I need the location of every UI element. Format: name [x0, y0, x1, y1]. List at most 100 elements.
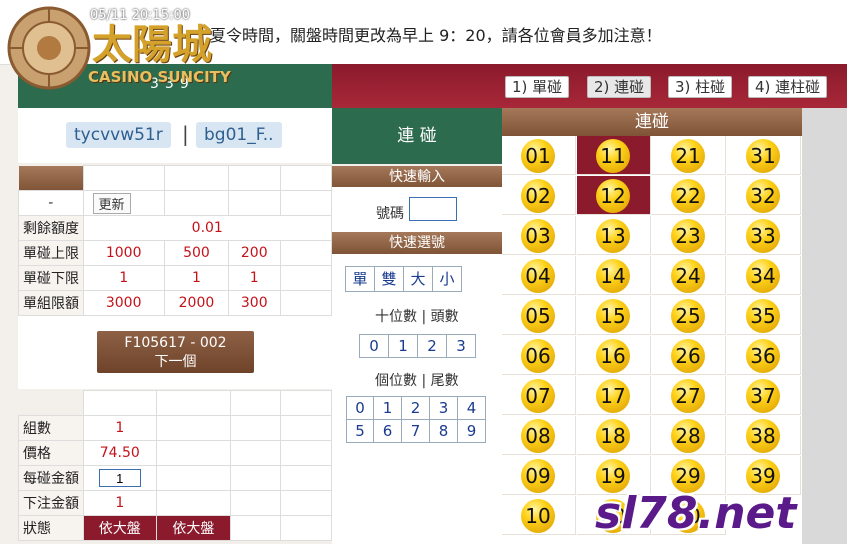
small-button[interactable]: 小 [433, 266, 462, 292]
ball-cell[interactable]: 15 [577, 296, 651, 335]
ball-cell[interactable]: 16 [577, 336, 651, 375]
bet-amount-2star: 1 [82, 490, 158, 516]
price-label: 價格 [18, 440, 84, 466]
units-digit-0[interactable]: 0 [346, 396, 374, 420]
ball-cell[interactable]: 22 [652, 176, 726, 215]
group-limit-5star [279, 290, 332, 316]
next-ticket-button[interactable]: F105617 - 002 下一個 [97, 331, 254, 373]
tens-digit-2[interactable]: 2 [418, 334, 447, 358]
number-label: 號碼 [376, 206, 404, 222]
table-row: 狀態 依大盤 依大盤 [18, 515, 332, 541]
refresh-button[interactable]: 更新 [92, 192, 131, 214]
limits-header-row: 二星 三星 四星 五星 [18, 165, 332, 191]
ball-cell[interactable]: 14 [577, 256, 651, 295]
ball-cell[interactable]: 17 [577, 376, 651, 415]
ball-cell[interactable]: 23 [652, 216, 726, 255]
units-digit-2[interactable]: 2 [402, 396, 430, 420]
bet-table: 二星 三星 四星 五星 組數 1 價格 74.50 每碰金額 下注金額 1 狀態… [18, 390, 332, 541]
ball-cell[interactable]: 33 [727, 216, 801, 255]
units-digit-8[interactable]: 8 [430, 420, 458, 443]
tens-digit-1[interactable]: 1 [389, 334, 418, 358]
ball-cell[interactable]: 18 [577, 416, 651, 455]
ball-cell[interactable]: 05 [502, 296, 576, 335]
table-row: - 更新 [18, 190, 332, 216]
group-name: bg01_F.. [196, 122, 282, 148]
tens-digit-3[interactable]: 3 [447, 334, 476, 358]
ball-cell[interactable]: 03 [502, 216, 576, 255]
account-name: tycvvw51r [66, 122, 171, 148]
ball-cell[interactable]: 11 [577, 136, 651, 175]
odd-button[interactable]: 單 [345, 266, 375, 292]
remaining-quota-label: 剩餘額度 [18, 215, 84, 241]
table-row: 單碰下限 1 1 1 [18, 265, 332, 291]
ball-cell[interactable]: 21 [652, 136, 726, 175]
header-5star: 五星 [279, 165, 332, 191]
single-min-2star: 1 [82, 265, 165, 291]
ball-number: 34 [746, 259, 780, 293]
ball-grid: 01 02 03 04 05 06 07 08 09 10 11 12 13 14 15 16 17 18 19 20… [502, 136, 802, 544]
ball-cell[interactable]: 35 [727, 296, 801, 335]
units-digit-1[interactable]: 1 [374, 396, 402, 420]
tab-column[interactable]: 3) 柱碰 [668, 76, 733, 98]
number-input[interactable] [409, 197, 457, 221]
ball-number: 14 [596, 259, 630, 293]
tab-combo[interactable]: 2) 連碰 [587, 76, 652, 98]
bet-header-3star: 三星 [156, 390, 231, 416]
single-max-2star: 1000 [82, 240, 165, 266]
ball-cell[interactable]: 27 [652, 376, 726, 415]
ball-cell[interactable]: 04 [502, 256, 576, 295]
table-row: 單碰上限 1000 500 200 [18, 240, 332, 266]
ball-cell[interactable]: 01 [502, 136, 576, 175]
bet-header-5star: 五星 [280, 390, 332, 416]
ball-cell[interactable]: 28 [652, 416, 726, 455]
ball-cell[interactable]: 32 [727, 176, 801, 215]
units-digit-buttons: 0 1 2 3 4 5 6 7 8 9 [346, 396, 490, 443]
table-row: 單組限額 3000 2000 300 [18, 290, 332, 316]
ball-number: 24 [671, 259, 705, 293]
units-digit-6[interactable]: 6 [374, 420, 402, 443]
ball-cell[interactable]: 25 [652, 296, 726, 335]
ball-cell[interactable]: 13 [577, 216, 651, 255]
ball-number: 11 [596, 139, 630, 173]
ball-cell[interactable]: 38 [727, 416, 801, 455]
big-button[interactable]: 大 [404, 266, 433, 292]
ball-cell[interactable]: 31 [727, 136, 801, 175]
tab-single[interactable]: 1) 單碰 [505, 76, 570, 98]
ball-cell[interactable]: 26 [652, 336, 726, 375]
ball-cell[interactable]: 02 [502, 176, 576, 215]
site-watermark: sl78.net [595, 488, 797, 539]
single-min-4star: 1 [228, 265, 281, 291]
tens-label: 十位數 | 頭數 [375, 309, 459, 325]
units-digit-3[interactable]: 3 [430, 396, 458, 420]
ball-cell[interactable]: 12 [577, 176, 651, 215]
single-max-4star: 200 [228, 240, 281, 266]
units-digit-4[interactable]: 4 [458, 396, 486, 420]
ball-number: 07 [521, 379, 555, 413]
ball-cell[interactable]: 09 [502, 456, 576, 495]
ball-cell[interactable]: 37 [727, 376, 801, 415]
bet-amount-label: 下注金額 [18, 490, 84, 516]
ball-cell[interactable]: 06 [502, 336, 576, 375]
ball-cell[interactable]: 24 [652, 256, 726, 295]
ball-cell[interactable]: 08 [502, 416, 576, 455]
even-button[interactable]: 雙 [375, 266, 404, 292]
announcement-marquee: 夏令時間，關盤時間更改為早上 9：20，請各位會員多加注意！ [210, 26, 662, 45]
units-digit-9[interactable]: 9 [458, 420, 486, 443]
ball-number: 15 [596, 299, 630, 333]
units-digit-7[interactable]: 7 [402, 420, 430, 443]
units-digit-5[interactable]: 5 [346, 420, 374, 443]
table-row: 下注金額 1 [18, 490, 332, 516]
ball-cell[interactable]: 07 [502, 376, 576, 415]
tens-digit-0[interactable]: 0 [359, 334, 389, 358]
ball-number: 32 [746, 179, 780, 213]
ball-cell[interactable]: 10 [502, 496, 576, 535]
bet-header-2star: 二星 [82, 390, 158, 416]
tab-column-combo[interactable]: 4) 連柱碰 [748, 76, 828, 98]
ball-cell[interactable]: 36 [727, 336, 801, 375]
header-2star: 二星 [82, 165, 165, 191]
ball-cell[interactable]: 34 [727, 256, 801, 295]
amount-per-combo-input[interactable] [98, 469, 141, 487]
ball-number: 35 [746, 299, 780, 333]
parity-size-buttons: 單 雙 大 小 [345, 266, 462, 292]
price-2star: 74.50 [82, 440, 158, 466]
